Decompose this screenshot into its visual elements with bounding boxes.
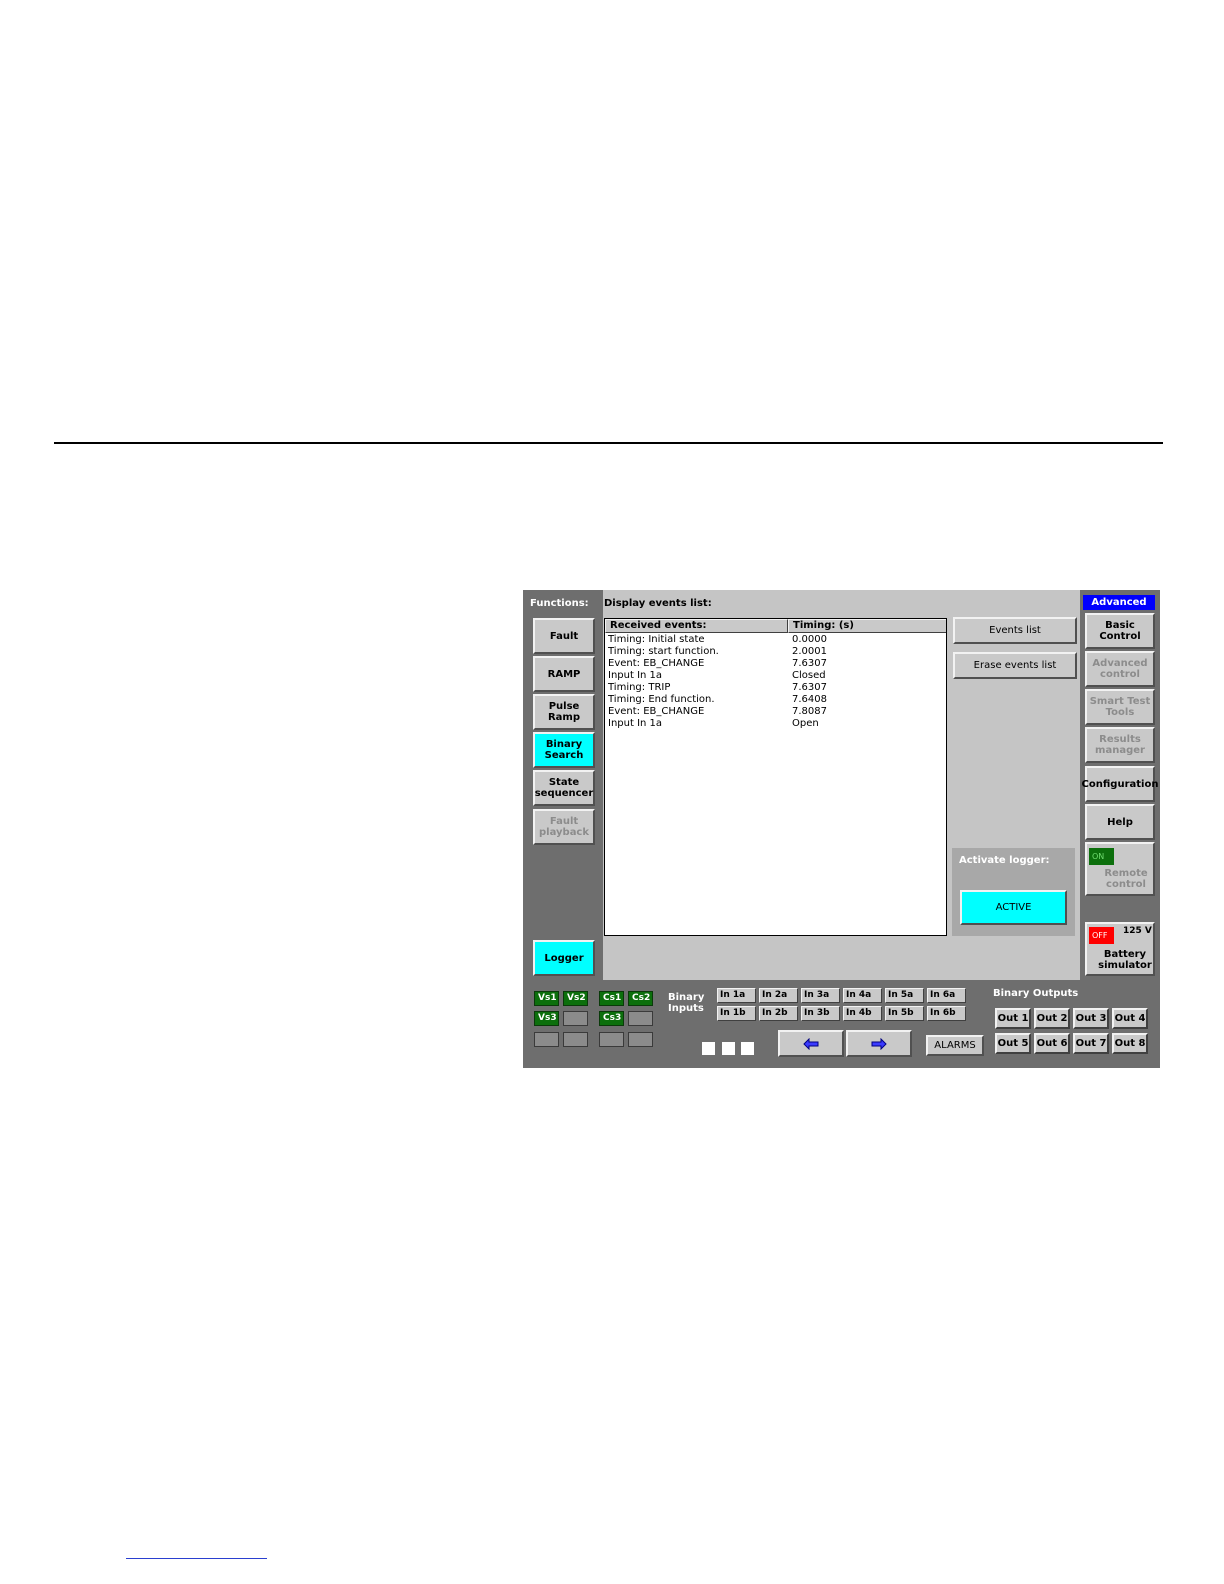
event-row: Event: EB_CHANGE 7.6307 [605, 658, 946, 670]
binary-outputs-label: Binary Outputs [993, 988, 1079, 999]
previous-page-button[interactable] [778, 1030, 844, 1057]
input-6a-button[interactable]: In 6a [927, 988, 966, 1003]
event-row: Input In 1a Open [605, 718, 946, 730]
input-2b-button[interactable]: In 2b [759, 1006, 798, 1021]
input-4b-button[interactable]: In 4b [843, 1006, 882, 1021]
input-3a-button[interactable]: In 3a [801, 988, 840, 1003]
display-events-title: Display events list: [604, 598, 712, 609]
event-row: Timing: Initial state 0.0000 [605, 634, 946, 646]
timing-column-header[interactable]: Timing: (s) [788, 619, 946, 633]
events-column-header[interactable]: Received events: [605, 619, 788, 633]
configuration-button[interactable]: Configuration [1082, 766, 1158, 802]
erase-events-button[interactable]: Erase events list [953, 652, 1077, 679]
input-5a-button[interactable]: In 5a [885, 988, 924, 1003]
event-row: Timing: End function. 7.6408 [605, 694, 946, 706]
event-text: Timing: Initial state [608, 634, 705, 645]
battery-simulator-label: Battery simulator [1098, 949, 1152, 971]
source-cs1-indicator: Cs1 [599, 991, 624, 1006]
input-1b-button[interactable]: In 1b [717, 1006, 756, 1021]
input-1a-button[interactable]: In 1a [717, 988, 756, 1003]
event-timing: 0.0000 [792, 634, 827, 645]
event-row: Event: EB_CHANGE 7.8087 [605, 706, 946, 718]
alarms-button[interactable]: ALARMS [926, 1035, 984, 1056]
binary-inputs-label: Binary Inputs [668, 992, 705, 1014]
smart-test-tools-button[interactable]: Smart Test Tools [1085, 689, 1155, 725]
event-text: Event: EB_CHANGE [608, 658, 705, 669]
event-text: Input In 1a [608, 718, 663, 729]
active-button[interactable]: ACTIVE [960, 890, 1067, 925]
functions-label: Functions: [530, 598, 589, 609]
arrow-left-icon [803, 1037, 819, 1050]
input-5b-button[interactable]: In 5b [885, 1006, 924, 1021]
footer-link-underline[interactable] [126, 1558, 267, 1559]
event-text: Timing: start function. [608, 646, 719, 657]
source-cs2-indicator: Cs2 [628, 991, 653, 1006]
battery-voltage: 125 V [1123, 926, 1152, 936]
event-timing: 7.6307 [792, 682, 827, 693]
function-binary-search-button[interactable]: Binary Search [533, 732, 595, 768]
source-empty-indicator [563, 1011, 588, 1026]
events-list-button[interactable]: Events list [953, 617, 1077, 644]
activate-logger-label: Activate logger: [959, 855, 1050, 866]
mode-badge: Advanced [1083, 595, 1155, 610]
advanced-control-button[interactable]: Advanced control [1085, 651, 1155, 687]
page-divider-line [54, 442, 1163, 444]
source-empty-indicator [628, 1032, 653, 1047]
logger-panel: Activate logger: ACTIVE [952, 848, 1075, 936]
input-2a-button[interactable]: In 2a [759, 988, 798, 1003]
event-timing: 2.0001 [792, 646, 827, 657]
event-text: Timing: TRIP [608, 682, 671, 693]
input-6b-button[interactable]: In 6b [927, 1006, 966, 1021]
output-4-button[interactable]: Out 4 [1112, 1008, 1148, 1029]
source-vs3-indicator: Vs3 [534, 1011, 559, 1026]
function-pulse-ramp-button[interactable]: Pulse Ramp [533, 694, 595, 730]
page-indicator [741, 1042, 754, 1055]
event-text: Timing: End function. [608, 694, 715, 705]
output-7-button[interactable]: Out 7 [1073, 1033, 1109, 1054]
event-row: Input In 1a Closed [605, 670, 946, 682]
function-fault-playback-button[interactable]: Fault playback [533, 809, 595, 845]
source-vs1-indicator: Vs1 [534, 991, 559, 1006]
source-empty-indicator [563, 1032, 588, 1047]
results-manager-button[interactable]: Results manager [1085, 727, 1155, 763]
event-timing: 7.8087 [792, 706, 827, 717]
event-row: Timing: TRIP 7.6307 [605, 682, 946, 694]
input-3b-button[interactable]: In 3b [801, 1006, 840, 1021]
input-4a-button[interactable]: In 4a [843, 988, 882, 1003]
output-3-button[interactable]: Out 3 [1073, 1008, 1109, 1029]
source-vs2-indicator: Vs2 [563, 991, 588, 1006]
remote-control-label: Remote control [1104, 868, 1148, 890]
event-row: Timing: start function. 2.0001 [605, 646, 946, 658]
event-timing: 7.6408 [792, 694, 827, 705]
page-indicator [722, 1042, 735, 1055]
basic-control-button[interactable]: Basic Control [1085, 613, 1155, 649]
test-set-screen: Functions: Fault RAMP Pulse Ramp Binary … [523, 590, 1160, 1068]
page-indicator [702, 1042, 715, 1055]
source-empty-indicator [534, 1032, 559, 1047]
remote-on-indicator: ON [1089, 848, 1114, 865]
function-state-sequencer-button[interactable]: State sequencer [533, 770, 595, 806]
output-2-button[interactable]: Out 2 [1034, 1008, 1070, 1029]
events-list[interactable]: Received events: Timing: (s) Timing: Ini… [604, 618, 947, 936]
output-1-button[interactable]: Out 1 [995, 1008, 1031, 1029]
event-text: Input In 1a [608, 670, 663, 681]
source-cs3-indicator: Cs3 [599, 1011, 624, 1026]
output-6-button[interactable]: Out 6 [1034, 1033, 1070, 1054]
help-button[interactable]: Help [1085, 804, 1155, 840]
event-timing: 7.6307 [792, 658, 827, 669]
source-empty-indicator [599, 1032, 624, 1047]
next-page-button[interactable] [846, 1030, 912, 1057]
event-text: Event: EB_CHANGE [608, 706, 705, 717]
battery-off-indicator: OFF [1089, 927, 1114, 944]
output-8-button[interactable]: Out 8 [1112, 1033, 1148, 1054]
function-ramp-button[interactable]: RAMP [533, 656, 595, 692]
source-empty-indicator [628, 1011, 653, 1026]
arrow-right-icon [871, 1037, 887, 1050]
output-5-button[interactable]: Out 5 [995, 1033, 1031, 1054]
logger-button[interactable]: Logger [533, 940, 595, 976]
event-timing: Open [792, 718, 819, 729]
event-timing: Closed [792, 670, 826, 681]
function-fault-button[interactable]: Fault [533, 618, 595, 654]
